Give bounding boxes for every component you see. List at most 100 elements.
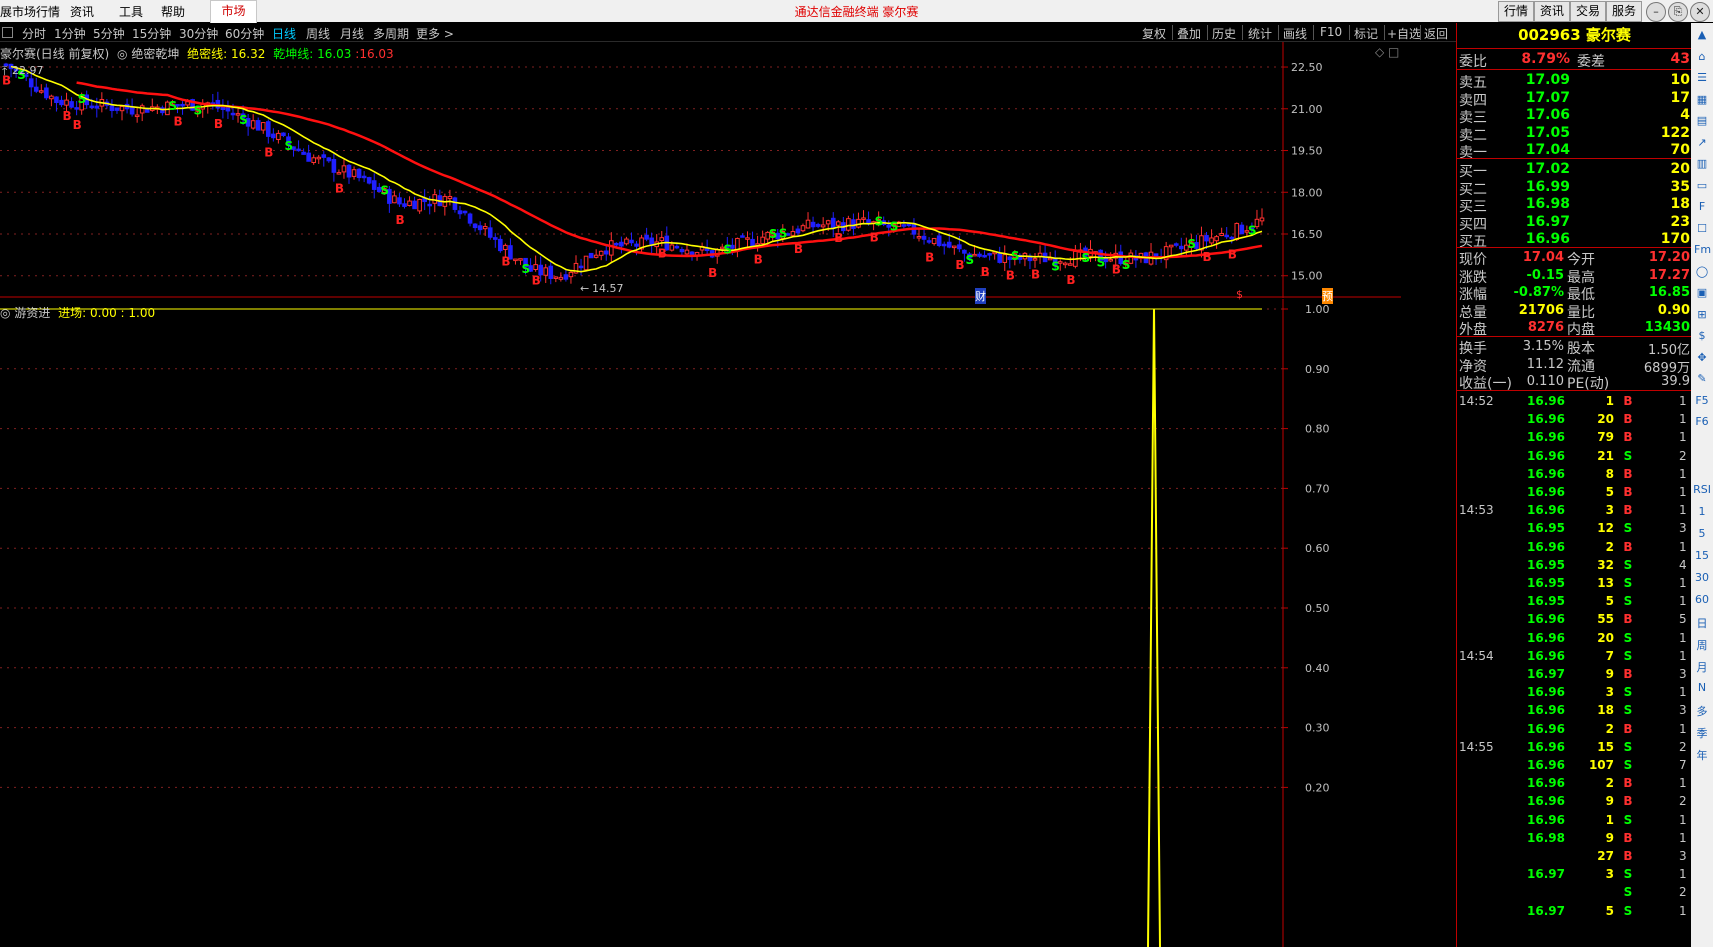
tool-adjust[interactable]: 复权 [1142,25,1166,42]
indicator-name[interactable]: 绝密乾坤 [131,47,179,61]
tick-volume: 20 [1597,630,1614,645]
stat-value: 21706 [1518,302,1564,318]
menu-market[interactable]: 展市场行情 [0,3,60,20]
dollar-icon[interactable]: $ [1694,328,1710,344]
chart-icon[interactable]: ↗ [1694,135,1710,151]
candle-body [397,197,402,205]
bid-row[interactable]: 买四 16.97 23 [1457,213,1692,233]
rsi-icon[interactable]: ⊞ [1694,307,1710,323]
collapse-icon[interactable] [2,27,13,38]
ask-row[interactable]: 卖二 17.05 122 [1457,124,1692,144]
period-tick[interactable]: 分时 [22,25,46,42]
pencil-icon[interactable]: ✎ [1694,371,1710,387]
f5-icon[interactable]: F5 [1694,393,1710,409]
side-period-日[interactable]: 日 [1691,615,1713,631]
side-period-年[interactable]: 年 [1691,747,1713,763]
period-5min[interactable]: 5分钟 [93,25,125,42]
tick-price: 16.96 [1527,394,1565,408]
side-period-30[interactable]: 30 [1691,571,1713,584]
bid-row[interactable]: 买二 16.99 35 [1457,178,1692,198]
candle-body [952,245,957,249]
market-tab[interactable]: 市场 [210,0,257,24]
side-period-5[interactable]: 5 [1691,527,1713,540]
menu-news[interactable]: 资讯 [70,3,94,20]
minimize-icon[interactable]: – [1646,2,1666,22]
period-30min[interactable]: 30分钟 [179,25,218,42]
tool-stats[interactable]: 统计 [1248,25,1272,42]
side-period-季[interactable]: 季 [1691,725,1713,741]
candle-body [1032,258,1038,261]
tick-direction: S [1623,685,1633,700]
side-period-15[interactable]: 15 [1691,549,1713,562]
home-icon[interactable]: ⌂ [1694,49,1710,65]
list-icon[interactable]: ☰ [1694,70,1710,86]
period-month[interactable]: 月线 [340,25,364,42]
bid-row[interactable]: 买一 17.02 20 [1457,160,1692,180]
grid-icon[interactable]: ▤ [1694,113,1710,129]
pane-controls[interactable]: ◇ □ [1375,45,1399,59]
period-day[interactable]: 日线 [272,25,296,42]
top-button-news[interactable]: 资讯 [1534,1,1571,22]
indicator-settings-icon[interactable]: ◎ [0,306,10,320]
indicator-title[interactable]: 游资进 [14,306,50,320]
menu-help[interactable]: 帮助 [161,3,185,20]
period-more[interactable]: 更多 > [416,25,454,42]
period-60min[interactable]: 60分钟 [225,25,264,42]
tick-time: 14:55 [1459,739,1494,754]
indicator-chart[interactable]: 1.00 0.90 0.80 0.70 0.60 0.50 0.40 0.30 0.20 [0,299,1401,947]
tool-overlay[interactable]: 叠加 [1177,25,1201,42]
circle-icon[interactable]: ◯ [1694,264,1710,280]
tool-mark[interactable]: 标记 [1354,25,1378,42]
side-period-多[interactable]: 多 [1691,703,1713,719]
f10-icon[interactable]: F [1694,199,1710,215]
indicator-pane[interactable]: 1.00 0.90 0.80 0.70 0.60 0.50 0.40 0.30 0.20 ◎ 游… [0,299,1401,947]
bid-row[interactable]: 买三 16.98 18 [1457,195,1692,215]
restore-icon[interactable]: ⎘ [1668,2,1688,22]
fm-icon[interactable]: Fm [1694,242,1711,258]
candle-icon[interactable]: ▥ [1694,156,1710,172]
tick-count: 1 [1679,830,1687,845]
tool-draw[interactable]: 画线 [1283,25,1307,42]
period-15min[interactable]: 15分钟 [132,25,171,42]
news-icon[interactable]: ☐ [1694,221,1710,237]
ask-row[interactable]: 卖三 17.06 4 [1457,106,1692,126]
side-period-月[interactable]: 月 [1691,659,1713,675]
period-week[interactable]: 周线 [306,25,330,42]
bars-icon[interactable]: ▣ [1694,285,1710,301]
candle-body [830,217,836,229]
top-button-quotes[interactable]: 行情 [1498,1,1535,22]
side-period-周[interactable]: 周 [1691,637,1713,653]
move-icon[interactable]: ✥ [1694,350,1710,366]
candle-body [568,271,574,278]
candle-body [901,224,907,227]
indicator-toggle-icon[interactable]: ◎ [117,47,127,61]
tool-add-favorite[interactable]: +自选 [1387,25,1421,42]
candle-body [583,255,589,271]
side-period-N[interactable]: N [1691,681,1713,694]
buy-signal: B [1112,262,1121,276]
report-icon[interactable]: ▦ [1694,92,1710,108]
kline-pane[interactable]: 22.50 21.00 19.50 18.00 16.50 15.00 B B B B B B B B B B… [0,42,1401,304]
side-period-RSI[interactable]: RSI [1691,483,1713,496]
chevron-up-icon[interactable]: ▲ [1694,27,1710,43]
kline-chart[interactable]: 22.5021.0019.5018.0016.5015.00BBB B BBBBBB… [0,42,1401,298]
top-button-trade[interactable]: 交易 [1570,1,1607,22]
tool-f10[interactable]: F10 [1320,25,1342,39]
f6-icon[interactable]: F6 [1694,414,1710,430]
top-button-service[interactable]: 服务 [1606,1,1643,22]
tool-history[interactable]: 历史 [1212,25,1236,42]
tool-back[interactable]: 返回 [1424,25,1448,42]
buy-signal: B [532,274,541,288]
period-1min[interactable]: 1分钟 [54,25,86,42]
ask-row[interactable]: 卖四 17.07 17 [1457,89,1692,109]
side-period-60[interactable]: 60 [1691,593,1713,606]
close-icon[interactable]: ✕ [1690,2,1710,22]
tick-direction: S [1623,594,1633,609]
menu-tools[interactable]: 工具 [119,3,143,20]
side-period-1[interactable]: 1 [1691,505,1713,518]
period-multi[interactable]: 多周期 [373,25,409,42]
bid-volume: 170 [1660,231,1690,247]
bid-price: 16.96 [1525,231,1570,247]
doc-icon[interactable]: ▭ [1694,178,1710,194]
ask-row[interactable]: 卖五 17.09 10 [1457,71,1692,91]
